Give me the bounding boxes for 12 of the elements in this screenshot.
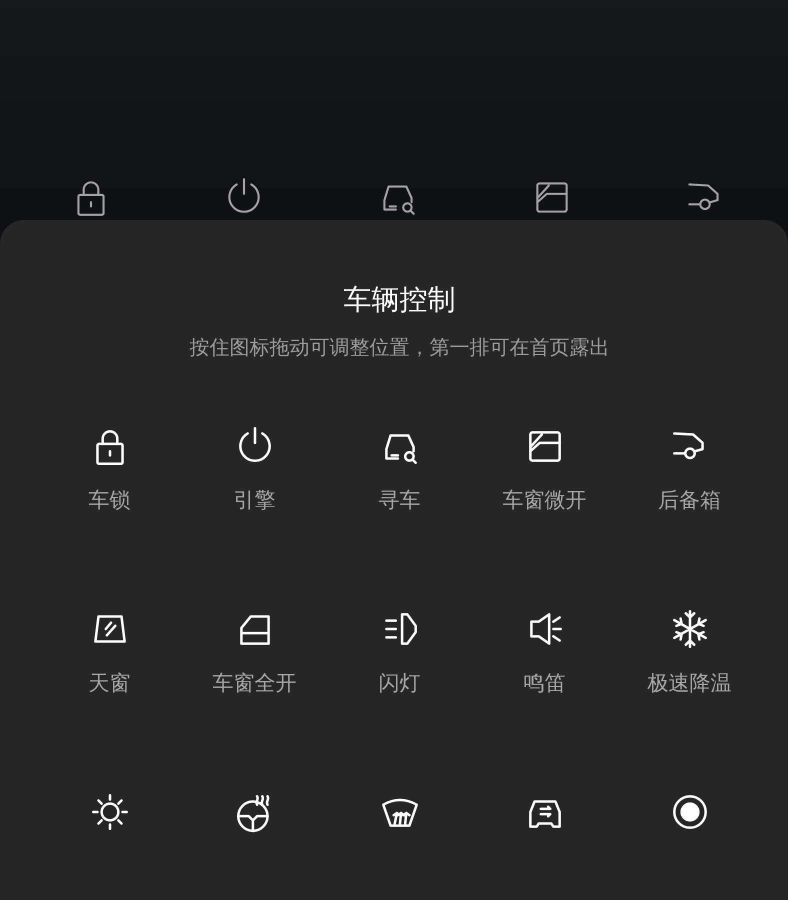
panel-title: 车辆控制 [344,282,456,318]
control-label[interactable]: 寻车 [378,486,420,514]
control-label[interactable]: 后备箱 [658,486,721,514]
control-label[interactable]: 引擎 [234,486,276,514]
control-label[interactable]: 闪灯 [378,669,420,697]
control-label[interactable]: 鸣笛 [524,669,566,697]
control-label[interactable]: 车窗微开 [502,486,586,514]
control-label[interactable]: 车锁 [88,486,130,514]
control-label[interactable]: 车窗全开 [212,669,296,697]
control-label[interactable]: 极速降温 [648,669,732,697]
control-label[interactable]: 天窗 [88,669,130,697]
panel-subtitle: 按住图标拖动可调整位置，第一排可在首页露出 [190,334,610,361]
